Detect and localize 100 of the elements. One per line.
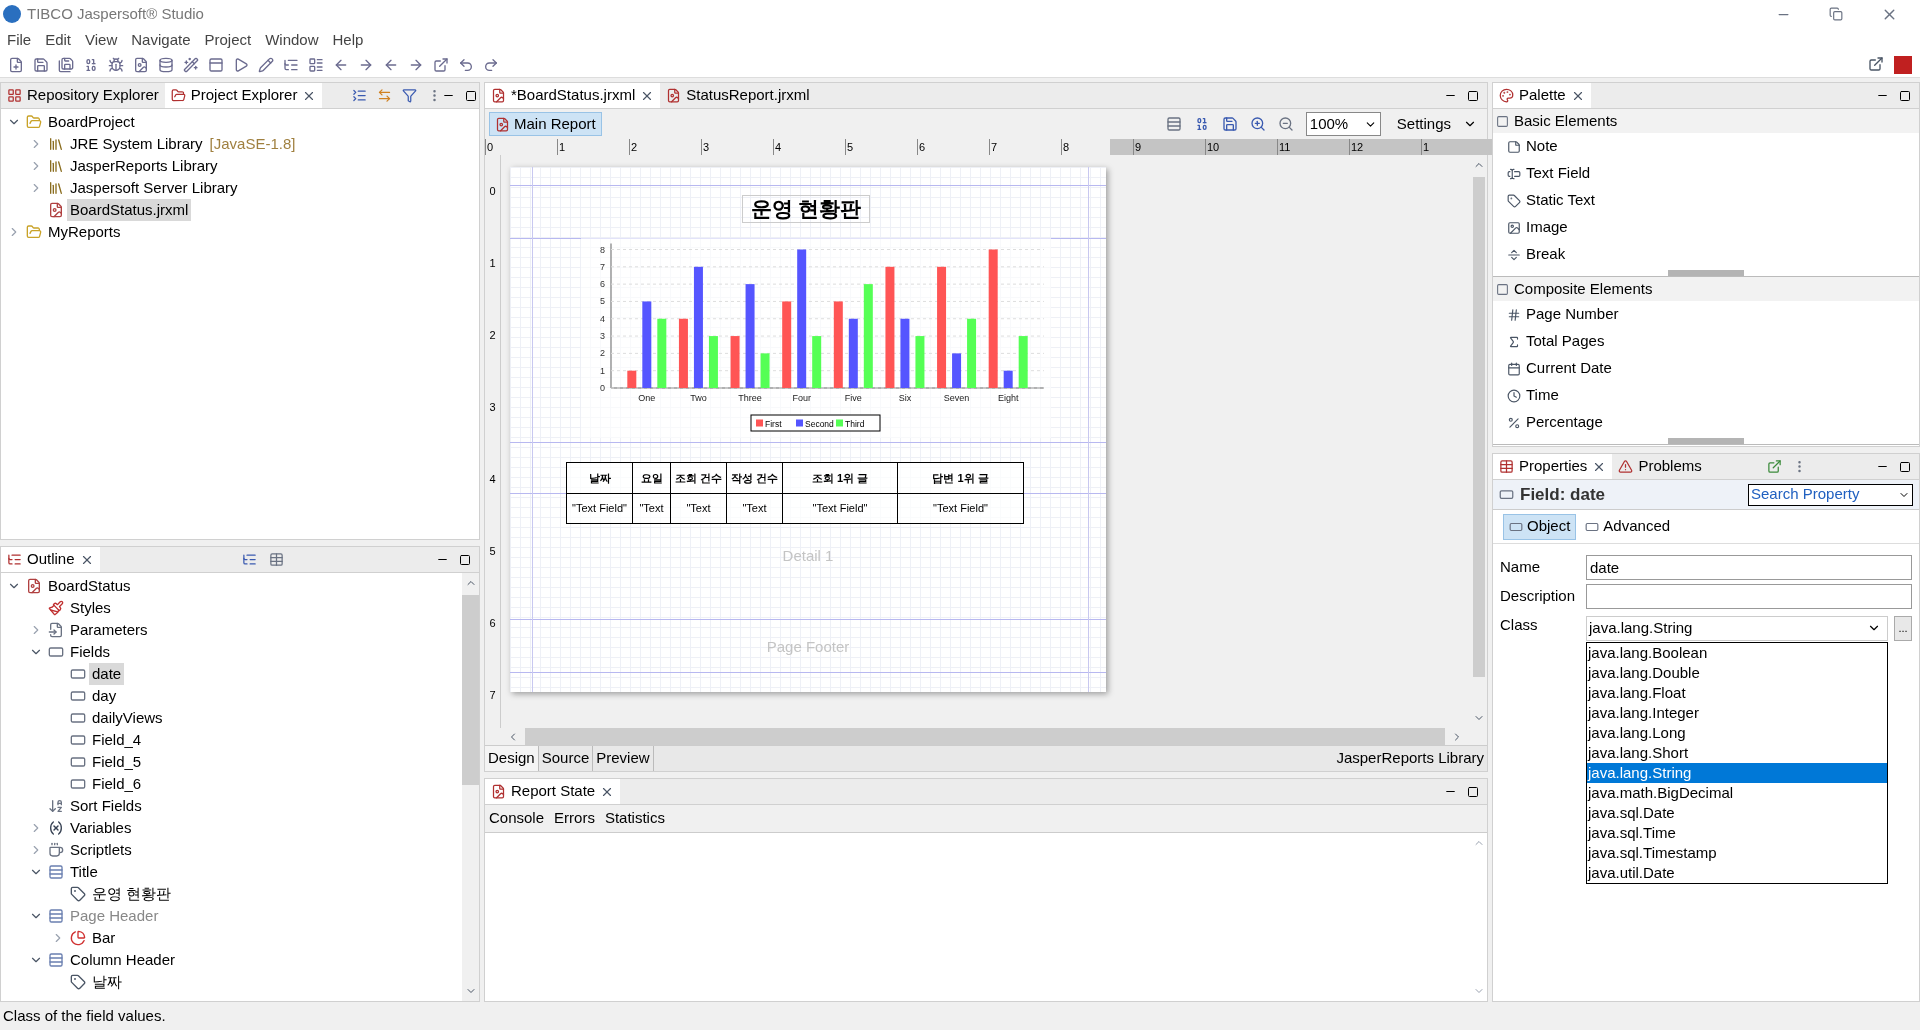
dropdown-option[interactable]: java.lang.Short — [1587, 742, 1887, 763]
tree-item[interactable]: Styles — [67, 596, 114, 620]
console-tab[interactable]: Statistics — [604, 807, 665, 830]
restore-icon[interactable] — [1829, 7, 1843, 21]
list-icon[interactable] — [308, 56, 324, 73]
menu-item[interactable]: Window — [265, 28, 319, 52]
text-field[interactable] — [1586, 583, 1912, 609]
dropdown-option[interactable]: java.lang.String — [1587, 762, 1887, 783]
maximize-icon[interactable] — [459, 553, 471, 566]
open-perspective-icon[interactable] — [1868, 55, 1884, 72]
maximize-icon[interactable] — [1467, 89, 1479, 102]
zoom-out-icon[interactable] — [1277, 116, 1294, 132]
menu-item[interactable]: Project — [204, 28, 252, 52]
palette-section-header[interactable]: Composite Elements — [1493, 277, 1919, 301]
palette-item[interactable]: Static Text — [1526, 189, 1595, 212]
new-file-icon[interactable] — [8, 56, 24, 73]
tree-item[interactable]: Title — [67, 860, 101, 884]
settings-menu[interactable]: Settings — [1396, 112, 1451, 136]
console-tab[interactable]: Errors — [554, 807, 595, 830]
pane-tab[interactable]: Report State — [485, 779, 621, 804]
pane-tab[interactable]: Project Explorer — [164, 83, 323, 108]
tree-view-icon[interactable] — [241, 552, 257, 567]
database-icon[interactable] — [158, 56, 174, 73]
filter-icon[interactable] — [402, 88, 418, 103]
maximize-icon[interactable] — [465, 89, 478, 102]
tree-item[interactable]: Fields — [67, 640, 113, 664]
scroll-down-handle[interactable] — [1668, 438, 1744, 444]
tree-item[interactable]: Sort Fields — [67, 794, 145, 818]
tree-item[interactable]: Field_4 — [89, 728, 145, 752]
tree-item[interactable]: JRE System Library — [67, 132, 206, 156]
palette-item[interactable]: Break — [1526, 243, 1566, 266]
palette-item[interactable]: Total Pages — [1526, 330, 1605, 353]
bands-icon[interactable] — [1165, 116, 1182, 132]
run-icon[interactable] — [233, 56, 249, 73]
palette-item[interactable]: Current Date — [1526, 357, 1612, 380]
text-field[interactable]: date — [1586, 554, 1912, 580]
tree-item[interactable]: JasperReports Library — [67, 154, 221, 178]
tree-item[interactable]: date — [89, 662, 125, 686]
window-icon[interactable] — [208, 56, 224, 73]
report-tab[interactable]: Main Report — [489, 112, 602, 136]
maximize-icon[interactable] — [1899, 89, 1911, 102]
collapse-all-icon[interactable] — [352, 88, 368, 103]
tree-item[interactable]: Field_6 — [89, 772, 145, 796]
menu-item[interactable]: Navigate — [131, 28, 191, 52]
save-all-icon[interactable] — [58, 56, 74, 73]
palette-item[interactable]: Page Number — [1526, 303, 1619, 326]
tree-item[interactable]: Field_5 — [89, 750, 145, 774]
palette-item[interactable]: Time — [1526, 384, 1559, 407]
bug-icon[interactable] — [108, 56, 124, 73]
tree-item[interactable]: Page Header — [67, 904, 162, 928]
class-combo[interactable]: java.lang.String — [1586, 615, 1888, 641]
tree-item[interactable]: MyReports — [45, 220, 124, 244]
tree-item[interactable]: BoardProject — [45, 110, 138, 134]
dropdown-option[interactable]: java.sql.Date — [1587, 802, 1887, 823]
pane-tab[interactable]: Palette — [1493, 83, 1591, 108]
tree-item[interactable]: dailyViews — [89, 706, 166, 730]
tree-item[interactable]: day — [89, 684, 120, 708]
scroll-down-handle[interactable] — [1668, 270, 1744, 276]
menu-item[interactable]: Help — [332, 28, 364, 52]
pencil-icon[interactable] — [258, 56, 274, 73]
tree-item[interactable]: Bar — [89, 926, 119, 950]
tree-item[interactable]: Parameters — [67, 618, 151, 642]
tree-item[interactable]: Column Header — [67, 948, 179, 972]
tree-item[interactable]: 날짜 — [89, 970, 125, 994]
palette-item[interactable]: Note — [1526, 135, 1558, 158]
tree-item[interactable]: Jaspersoft Server Library — [67, 176, 241, 200]
save-icon[interactable] — [33, 56, 49, 73]
dropdown-option[interactable]: java.lang.Boolean — [1587, 642, 1887, 663]
tree-item[interactable]: BoardStatus — [45, 574, 134, 598]
wand-icon[interactable] — [183, 56, 199, 73]
view-tab[interactable]: Advanced — [1580, 513, 1676, 540]
menu-item[interactable]: Edit — [45, 28, 72, 52]
dropdown-option[interactable]: java.util.Date — [1587, 862, 1887, 883]
open-window-icon[interactable] — [433, 56, 449, 73]
table-view-icon[interactable] — [268, 552, 284, 567]
dropdown-option[interactable]: java.lang.Integer — [1587, 702, 1887, 723]
search-field[interactable]: Search Property — [1748, 483, 1913, 506]
menu-item[interactable]: View — [85, 28, 118, 52]
palette-item[interactable]: Image — [1526, 216, 1568, 239]
pane-tab[interactable]: *BoardStatus.jrxml — [485, 83, 661, 108]
dropdown-option[interactable]: java.lang.Float — [1587, 682, 1887, 703]
export-icon[interactable] — [1221, 116, 1238, 132]
perspective-icon[interactable] — [1894, 55, 1912, 74]
dropdown-option[interactable]: java.math.BigDecimal — [1587, 782, 1887, 803]
maximize-icon[interactable] — [1467, 785, 1479, 798]
tree-item[interactable]: Scriptlets — [67, 838, 135, 862]
zoom-combo[interactable]: 100% — [1305, 112, 1381, 136]
pane-tab[interactable]: Properties — [1493, 454, 1613, 479]
pin-icon[interactable] — [1766, 459, 1782, 474]
pane-tab[interactable]: Outline — [1, 547, 100, 572]
report-icon[interactable] — [133, 56, 149, 73]
view-tab[interactable]: Object — [1503, 513, 1577, 540]
tree-item[interactable]: BoardStatus.jrxml — [67, 198, 192, 222]
palette-item[interactable]: Text Field — [1526, 162, 1591, 185]
palette-item[interactable]: Percentage — [1526, 411, 1603, 434]
dropdown-option[interactable]: java.lang.Long — [1587, 722, 1887, 743]
dropdown-option[interactable]: java.sql.Timestamp — [1587, 842, 1887, 863]
menu-item[interactable]: File — [7, 28, 32, 52]
console-tab[interactable]: Console — [489, 807, 545, 830]
tree-item[interactable]: 운영 현황판 — [89, 882, 175, 906]
